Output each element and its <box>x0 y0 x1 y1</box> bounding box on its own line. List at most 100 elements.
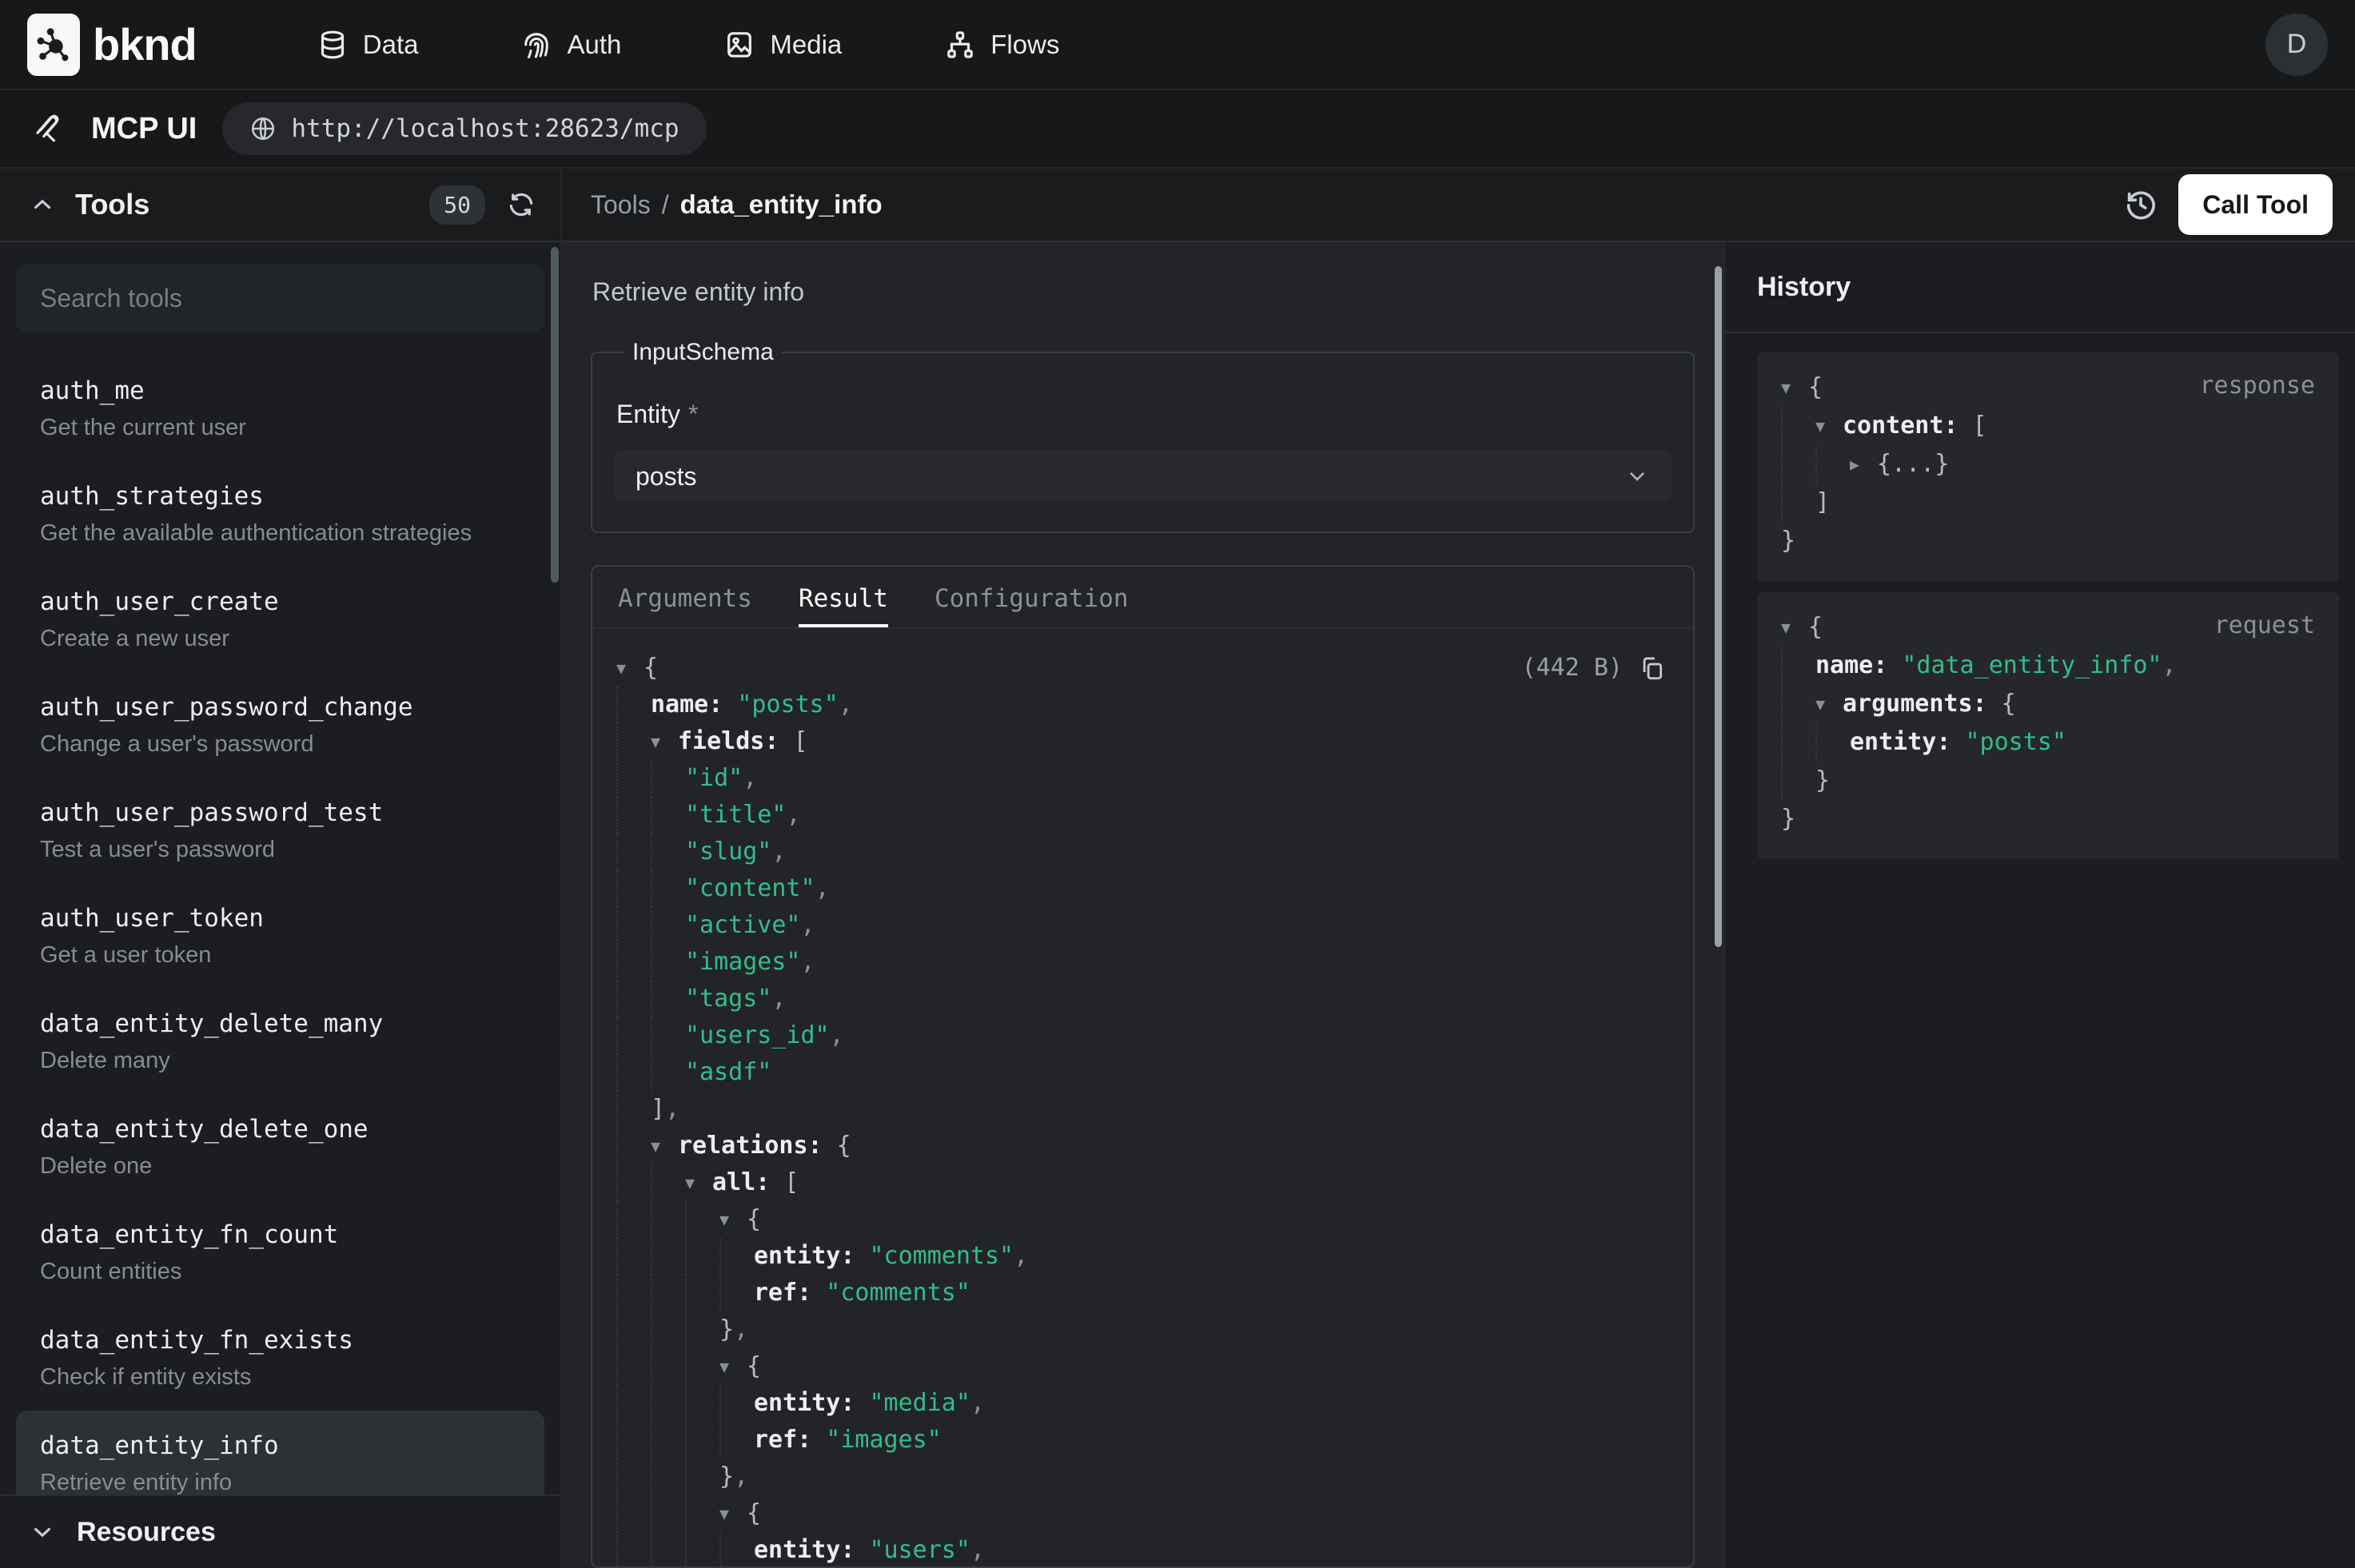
indent-guide <box>685 1201 719 1238</box>
history-list: response▼{▼content: [▶{...}]}request▼{na… <box>1725 333 2355 859</box>
json-token: , <box>2162 647 2176 685</box>
collapse-arrow-icon[interactable]: ▼ <box>719 1495 747 1532</box>
collapse-arrow-icon[interactable]: ▼ <box>1781 608 1808 647</box>
tab-arguments[interactable]: Arguments <box>618 567 752 627</box>
tab-configuration[interactable]: Configuration <box>934 567 1129 627</box>
indent-guide <box>685 1495 719 1532</box>
tool-list-item-data_entity_delete_many[interactable]: data_entity_delete_manyDelete many <box>16 989 544 1094</box>
indent-guide <box>616 1091 651 1128</box>
json-token: ] <box>1815 484 1830 522</box>
breadcrumb: Tools / data_entity_info <box>591 189 883 220</box>
tool-desc: Delete one <box>40 1150 520 1182</box>
json-token: , <box>665 1091 679 1128</box>
collapse-arrow-icon[interactable]: ▼ <box>719 1201 747 1238</box>
indent-guide <box>651 1164 685 1201</box>
indent-guide <box>651 1385 685 1422</box>
search-input[interactable] <box>40 284 520 313</box>
tool-list-item-auth_me[interactable]: auth_meGet the current user <box>16 356 544 461</box>
tool-detail-panel: Retrieve entity info InputSchema Entity*… <box>562 242 1723 1568</box>
indent-guide <box>719 1532 754 1568</box>
result-tabs: Arguments Result Configuration <box>592 567 1693 629</box>
sidebar-scrollbar[interactable] <box>551 247 559 583</box>
json-token: "comments" <box>855 1238 1014 1275</box>
tool-name: auth_strategies <box>40 479 520 514</box>
mcp-icon <box>32 112 66 145</box>
json-row: "title", <box>616 797 1664 834</box>
json-row: ], <box>616 1091 1664 1128</box>
tools-count-badge: 50 <box>429 185 485 225</box>
mcp-endpoint-pill[interactable]: http://localhost:28623/mcp <box>222 102 706 155</box>
json-token: , <box>771 981 786 1017</box>
indent-guide <box>1815 723 1850 762</box>
indent-guide <box>685 1532 719 1568</box>
main-scrollbar[interactable] <box>1715 266 1722 947</box>
history-entry-response[interactable]: response▼{▼content: [▶{...}]} <box>1757 352 2339 581</box>
indent-guide <box>719 1385 754 1422</box>
indent-guide <box>616 1495 651 1532</box>
json-token: } <box>1781 800 1795 838</box>
indent-guide <box>616 1275 651 1311</box>
chevron-up-icon[interactable] <box>29 191 56 218</box>
indent-guide <box>616 834 651 870</box>
tool-list-item-data_entity_info[interactable]: data_entity_infoRetrieve entity info <box>16 1411 544 1494</box>
tool-list-item-data_entity_fn_count[interactable]: data_entity_fn_countCount entities <box>16 1200 544 1305</box>
tool-desc: Create a new user <box>40 623 520 655</box>
mcp-bar: MCP UI http://localhost:28623/mcp <box>0 90 2355 169</box>
json-row: ▼{ <box>1781 368 2317 407</box>
chevron-down-icon <box>1624 464 1650 489</box>
collapse-arrow-icon[interactable]: ▼ <box>1815 407 1843 445</box>
collapse-arrow-icon[interactable]: ▼ <box>1815 685 1843 723</box>
nav-item-data[interactable]: Data <box>317 29 419 61</box>
collapse-arrow-icon[interactable]: ▼ <box>616 650 644 686</box>
nav-item-auth[interactable]: Auth <box>520 29 621 61</box>
tools-search-box[interactable] <box>16 265 544 332</box>
tab-result[interactable]: Result <box>799 567 888 627</box>
tool-list-item-auth_user_password_test[interactable]: auth_user_password_testTest a user's pas… <box>16 778 544 883</box>
brand-logo[interactable]: bknd <box>27 14 197 76</box>
json-token: [ <box>1959 407 1987 445</box>
tool-list-item-auth_strategies[interactable]: auth_strategiesGet the available authent… <box>16 461 544 567</box>
refresh-icon[interactable] <box>506 189 536 220</box>
history-entry-request[interactable]: request▼{name: "data_entity_info",▼argum… <box>1757 592 2339 859</box>
tool-list-item-data_entity_fn_exists[interactable]: data_entity_fn_existsCheck if entity exi… <box>16 1305 544 1411</box>
breadcrumb-section[interactable]: Tools <box>591 190 651 220</box>
history-icon[interactable] <box>2122 186 2159 223</box>
entity-select[interactable]: posts <box>613 450 1672 503</box>
copy-icon[interactable] <box>1639 655 1666 682</box>
resources-section-header[interactable]: Resources <box>0 1494 560 1568</box>
tool-list-item-data_entity_delete_one[interactable]: data_entity_delete_oneDelete one <box>16 1094 544 1200</box>
tool-list-item-auth_user_token[interactable]: auth_user_tokenGet a user token <box>16 883 544 989</box>
collapse-arrow-icon[interactable]: ▼ <box>719 1348 747 1385</box>
call-tool-button[interactable]: Call Tool <box>2178 174 2333 235</box>
tool-desc: Change a user's password <box>40 728 520 760</box>
indent-guide <box>651 797 685 834</box>
json-token: { <box>1987 685 2016 723</box>
nav-item-label: Flows <box>990 30 1059 60</box>
tool-list-item-auth_user_password_change[interactable]: auth_user_password_changeChange a user's… <box>16 672 544 778</box>
tool-list-item-auth_user_create[interactable]: auth_user_createCreate a new user <box>16 567 544 672</box>
indent-guide <box>616 907 651 944</box>
globe-icon <box>249 115 277 142</box>
json-token: } <box>719 1311 734 1348</box>
collapse-arrow-icon[interactable]: ▼ <box>651 1128 678 1164</box>
json-token: , <box>734 1459 748 1495</box>
json-row: "slug", <box>616 834 1664 870</box>
indent-guide <box>651 1275 685 1311</box>
nav-item-flows[interactable]: Flows <box>944 29 1059 61</box>
indent-guide <box>1781 484 1815 522</box>
tools-section-header[interactable]: Tools 50 <box>0 169 560 242</box>
collapse-arrow-icon[interactable]: ▼ <box>685 1164 712 1201</box>
main-header: Tools / data_entity_info Call Tool <box>562 169 2355 242</box>
collapse-arrow-icon[interactable]: ▼ <box>1781 368 1808 407</box>
tool-desc: Count entities <box>40 1256 520 1287</box>
chevron-down-icon[interactable] <box>29 1518 56 1546</box>
expand-arrow-icon[interactable]: ▶ <box>1850 445 1877 484</box>
indent-guide <box>616 944 651 981</box>
json-token: "images" <box>811 1422 942 1459</box>
user-avatar[interactable]: D <box>2265 14 2328 76</box>
nav-item-media[interactable]: Media <box>723 29 842 61</box>
collapse-arrow-icon[interactable]: ▼ <box>651 723 678 760</box>
json-row: entity: "users", <box>616 1532 1664 1568</box>
json-row: }, <box>616 1311 1664 1348</box>
indent-guide <box>616 1238 651 1275</box>
